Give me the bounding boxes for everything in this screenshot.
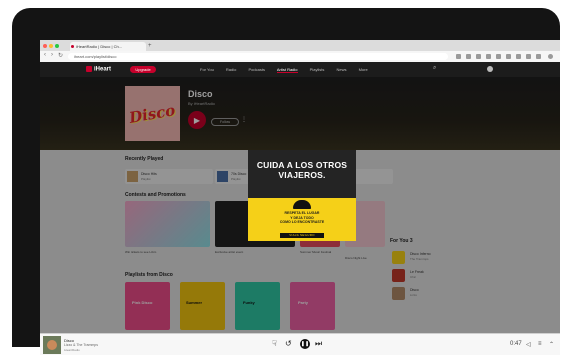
ad-headline-line1: CUIDA A LOS OTROS	[256, 160, 348, 170]
laptop-frame: iHeartRadio | Disco | Ch... + ‹ › ↻ ihea…	[12, 8, 560, 355]
back-button[interactable]: ‹	[44, 52, 46, 58]
iheart-favicon-icon	[71, 45, 74, 48]
nav-radio[interactable]: Radio	[226, 67, 236, 72]
minimize-window-dot[interactable]	[49, 44, 53, 48]
nav-news[interactable]: News	[336, 67, 346, 72]
ad-copy-line3: COMO LO ENCONTRASTE	[279, 220, 325, 224]
ad-headline: CUIDA A LOS OTROS VIAJEROS.	[248, 160, 356, 180]
reload-button[interactable]: ↻	[58, 52, 63, 59]
search-icon[interactable]: ⌕	[433, 65, 436, 72]
now-playing-artwork[interactable]	[43, 336, 61, 354]
nav-podcasts[interactable]: Podcasts	[249, 67, 265, 72]
logo-text: iHeart	[94, 66, 112, 73]
nav-more[interactable]: More	[359, 67, 368, 72]
close-window-dot[interactable]	[43, 44, 47, 48]
extension-icon[interactable]	[506, 54, 511, 59]
play-pause-button[interactable]: ❚❚	[300, 339, 310, 349]
ad-badge-icon	[293, 200, 311, 209]
upgrade-button[interactable]: Upgrade	[130, 66, 156, 73]
address-bar[interactable]: iheart.com/playlist/disco	[68, 53, 448, 60]
iheart-logo[interactable]: iHeart	[86, 66, 111, 73]
now-playing-station: iHeartRadio	[64, 348, 80, 352]
ad-cta-strip[interactable]: VIAJA SEGURO	[280, 233, 324, 238]
pause-icon: ❚❚	[300, 341, 310, 347]
forward-button[interactable]: ›	[51, 52, 53, 58]
tab-title: iHeartRadio | Disco | Ch...	[76, 44, 123, 49]
new-tab-button[interactable]: +	[148, 43, 152, 49]
nav-for-you[interactable]: For You	[200, 67, 214, 72]
queue-icon[interactable]: ≡	[538, 341, 542, 347]
main-nav: For You Radio Podcasts Artist Radio Play…	[200, 67, 379, 73]
extension-icon[interactable]	[486, 54, 491, 59]
screen: iHeartRadio | Disco | Ch... + ‹ › ↻ ihea…	[40, 40, 560, 355]
ad-headline-line2: VIAJEROS.	[278, 170, 326, 180]
user-account-icon[interactable]	[487, 66, 493, 72]
nav-playlists[interactable]: Playlists	[310, 67, 325, 72]
maximize-window-dot[interactable]	[55, 44, 59, 48]
time-elapsed: 0:47	[510, 341, 522, 347]
extension-icon[interactable]	[476, 54, 481, 59]
extension-icon[interactable]	[526, 54, 531, 59]
extension-icon[interactable]	[516, 54, 521, 59]
now-playing-artist[interactable]: Lizzo & The Trammps	[64, 343, 98, 347]
extension-icon[interactable]	[466, 54, 471, 59]
player-bar: Disco Lizzo & The Trammps iHeartRadio ☟ …	[40, 333, 560, 355]
app-header: iHeart Upgrade For You Radio Podcasts Ar…	[40, 62, 560, 77]
nav-artist-radio[interactable]: Artist Radio	[276, 67, 298, 73]
extension-icon[interactable]	[456, 54, 461, 59]
browser-tab-bar: iHeartRadio | Disco | Ch... +	[40, 40, 560, 51]
iheart-logo-icon	[86, 66, 92, 72]
extension-icon[interactable]	[496, 54, 501, 59]
ad-popup[interactable]: CUIDA A LOS OTROS VIAJEROS. RESPETA EL L…	[248, 150, 356, 241]
browser-tab[interactable]: iHeartRadio | Disco | Ch...	[70, 42, 146, 51]
ad-banner: RESPETA EL LUGAR Y DEJA TODO COMO LO ENC…	[248, 198, 356, 241]
extension-icon[interactable]	[536, 54, 541, 59]
profile-avatar-icon[interactable]	[548, 54, 553, 59]
ad-copy: RESPETA EL LUGAR Y DEJA TODO COMO LO ENC…	[248, 211, 356, 225]
